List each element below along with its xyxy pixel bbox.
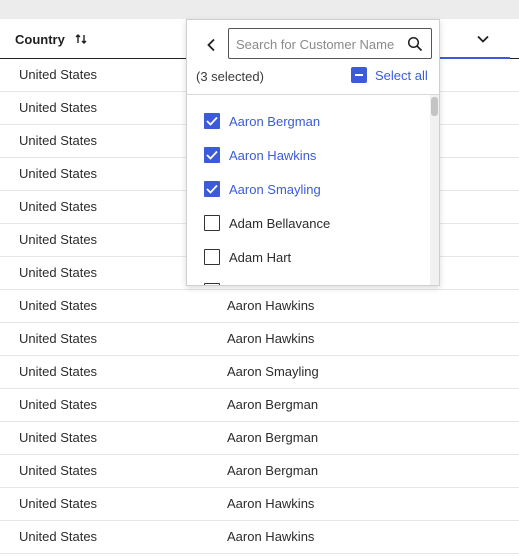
customer-name-filter-trigger[interactable] (440, 19, 510, 59)
filter-option[interactable] (187, 274, 431, 285)
table-row[interactable]: United States Aaron Hawkins (0, 290, 519, 323)
customer-name-cell: Aaron Hawkins (227, 298, 315, 313)
filter-option[interactable]: Adam Hart (187, 240, 431, 274)
country-cell: United States (19, 331, 98, 346)
customer-name-cell: Aaron Bergman (227, 463, 319, 478)
table-row[interactable]: United States Aaron Hawkins (0, 323, 519, 356)
partial-checkbox-icon[interactable] (351, 67, 367, 83)
select-all-label: Select all (375, 67, 428, 83)
table-row[interactable]: United States Aaron Bergman (0, 455, 519, 488)
filter-option-label: Aaron Smayling (229, 181, 321, 197)
country-cell: United States (19, 166, 98, 181)
country-cell: United States (19, 364, 98, 379)
filter-option-label: Aaron Bergman (229, 113, 321, 129)
customer-name-cell: Aaron Bergman (227, 397, 319, 412)
country-column-header[interactable]: Country (15, 19, 87, 59)
customer-name-cell: Aaron Smayling (227, 364, 319, 379)
country-cell: United States (19, 298, 98, 313)
filter-option-label: Adam Bellavance (229, 215, 331, 231)
selected-count: (3 selected) (196, 69, 264, 84)
country-cell: United States (19, 496, 98, 511)
checkbox-checked-icon[interactable] (204, 113, 220, 129)
country-cell: United States (19, 133, 98, 148)
customer-name-cell: Aaron Hawkins (227, 529, 315, 544)
customer-name-filter-dropdown: (3 selected) Select all Aaron BergmanAar… (186, 19, 440, 286)
country-header-label: Country (15, 31, 65, 47)
filter-option[interactable]: Aaron Smayling (187, 172, 431, 206)
table-row[interactable]: United States Aaron Hawkins (0, 521, 519, 554)
scroll-thumb[interactable] (431, 97, 438, 116)
chevron-down-icon[interactable] (476, 32, 490, 46)
country-cell: United States (19, 430, 98, 445)
filter-option[interactable]: Aaron Bergman (187, 104, 431, 138)
country-cell: United States (19, 463, 98, 478)
table-row[interactable]: United States Aaron Smayling (0, 356, 519, 389)
country-cell: United States (19, 397, 98, 412)
back-button[interactable] (201, 35, 221, 55)
table-row[interactable]: United States Aaron Bergman (0, 389, 519, 422)
top-strip (0, 0, 519, 19)
checkbox-empty-icon[interactable] (204, 249, 220, 265)
search-icon[interactable] (407, 36, 423, 52)
country-cell: United States (19, 265, 98, 280)
filter-option-label: Aaron Hawkins (229, 147, 317, 163)
customer-name-cell: Aaron Hawkins (227, 496, 315, 511)
customer-name-cell: Aaron Hawkins (227, 331, 315, 346)
search-box (228, 28, 432, 59)
filter-option[interactable]: Adam Bellavance (187, 206, 431, 240)
scrollbar[interactable] (430, 95, 439, 285)
country-cell: United States (19, 529, 98, 544)
country-cell: United States (19, 100, 98, 115)
select-all-toggle[interactable]: Select all (351, 67, 428, 83)
filter-option-label: Adam Hart (229, 249, 292, 265)
checkbox-checked-icon[interactable] (204, 147, 220, 163)
country-cell: United States (19, 232, 98, 247)
checkbox-empty-icon[interactable] (204, 215, 220, 231)
customer-name-cell: Aaron Bergman (227, 430, 319, 445)
options-list: Aaron Bergman Aaron Hawkins Aaron Smayling… (187, 95, 431, 285)
table-row[interactable]: United States Aaron Bergman (0, 422, 519, 455)
checkbox-checked-icon[interactable] (204, 181, 220, 197)
country-cell: United States (19, 67, 98, 82)
sort-icon[interactable] (75, 33, 87, 45)
chevron-left-icon (207, 38, 215, 52)
country-cell: United States (19, 199, 98, 214)
checkbox-empty-icon[interactable] (204, 283, 220, 285)
table-row[interactable]: United States Aaron Hawkins (0, 488, 519, 521)
filter-option[interactable]: Aaron Hawkins (187, 138, 431, 172)
search-input[interactable] (236, 33, 401, 55)
